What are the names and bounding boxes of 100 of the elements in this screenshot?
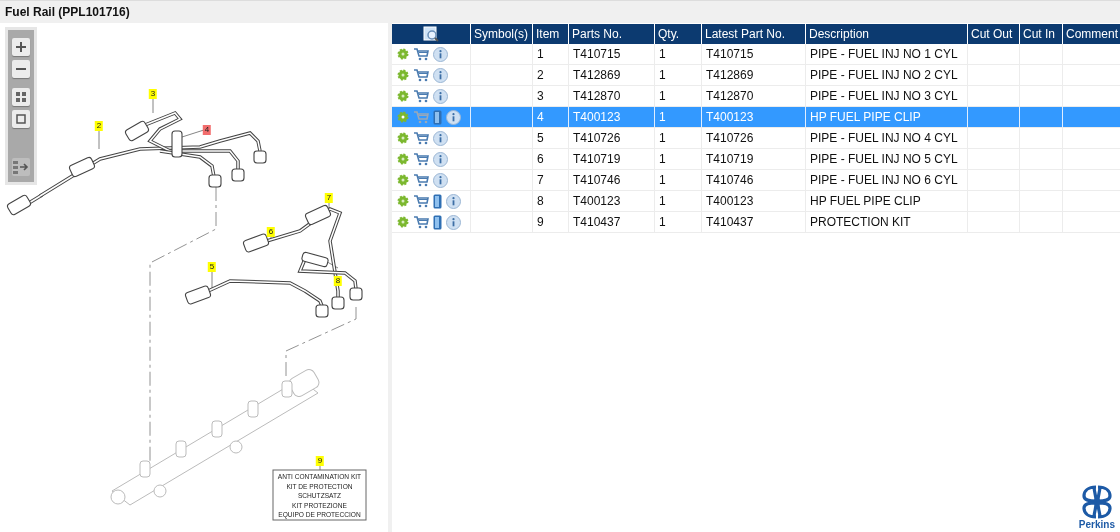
book-icon[interactable] [433,109,442,125]
column-header[interactable]: Comment [1066,27,1118,41]
cart-icon[interactable] [413,194,429,208]
table-row[interactable]: 6 T410719 1 T410719 PIPE - FUEL INJ NO 5 CYL [392,149,1120,170]
zoom-out-icon[interactable] [12,60,30,78]
gear-icon[interactable] [397,132,409,144]
quantity-cell: 1 [659,173,666,187]
description-cell: PIPE - FUEL INJ NO 5 CYL [810,152,958,166]
cart-icon[interactable] [413,173,429,187]
brand-name: Perkins [1078,519,1115,530]
cart-icon[interactable] [413,89,429,103]
part-number-cell: T410437 [573,215,621,229]
cart-icon[interactable] [413,152,429,166]
info-icon[interactable] [433,130,448,146]
item-cell: 7 [537,173,544,187]
item-cell: 9 [537,215,544,229]
callout-number[interactable]: 8 [333,276,343,286]
latest-part-cell: T412870 [706,89,754,103]
part-number-cell: T412870 [573,89,621,103]
part-number-cell: T400123 [573,194,621,208]
info-icon[interactable] [433,46,448,62]
latest-part-cell: T412869 [706,68,754,82]
item-cell: 3 [537,89,544,103]
column-header[interactable]: Cut Out [971,27,1013,41]
description-cell: HP FUEL PIPE CLIP [810,110,921,124]
column-header[interactable]: Symbol(s) [474,27,528,41]
info-icon[interactable] [433,172,448,188]
latest-part-cell: T410437 [706,215,754,229]
table-row[interactable]: 5 T410726 1 T410726 PIPE - FUEL INJ NO 4 CYL [392,128,1120,149]
description-cell: HP FUEL PIPE CLIP [810,194,921,208]
latest-part-cell: T400123 [706,194,754,208]
quantity-cell: 1 [659,194,666,208]
panel-toggle-icon[interactable] [12,158,30,176]
info-icon[interactable] [433,88,448,104]
cart-icon[interactable] [413,215,429,229]
gear-icon[interactable] [397,174,409,186]
gear-icon[interactable] [397,90,409,102]
zoom-in-icon[interactable] [12,38,30,56]
callout-number[interactable]: 2 [94,121,104,131]
fit-grid-icon[interactable] [12,88,30,106]
item-cell: 8 [537,194,544,208]
panel-title: Fuel Rail (PPL101716) [5,5,130,19]
column-header[interactable]: Item [536,27,560,41]
info-icon[interactable] [433,151,448,167]
column-header[interactable]: Parts No. [572,27,622,41]
callout-number[interactable]: 6 [266,227,276,237]
item-cell: 5 [537,131,544,145]
gear-icon[interactable] [397,48,409,60]
table-row[interactable]: 2 T412869 1 T412869 PIPE - FUEL INJ NO 2 CYL [392,65,1120,86]
quantity-cell: 1 [659,131,666,145]
latest-part-cell: T410746 [706,173,754,187]
description-cell: PIPE - FUEL INJ NO 2 CYL [810,68,958,82]
logo-icon [1079,485,1114,519]
square-icon[interactable] [12,110,30,128]
description-cell: PROTECTION KIT [810,215,911,229]
info-icon[interactable] [446,214,461,230]
part-number-cell: T410746 [573,173,621,187]
leader-line [285,306,357,377]
table-row[interactable]: 1 T410715 1 T410715 PIPE - FUEL INJ NO 1 CYL [392,44,1120,65]
gear-icon[interactable] [397,69,409,81]
column-header[interactable]: Latest Part No. [705,27,786,41]
cart-icon[interactable] [413,131,429,145]
search-parts-icon[interactable] [423,26,439,42]
item-cell: 6 [537,152,544,166]
callout-number[interactable]: 4 [202,125,212,135]
latest-part-cell: T410715 [706,47,754,61]
info-icon[interactable] [446,193,461,209]
item-cell: 2 [537,68,544,82]
info-icon[interactable] [433,67,448,83]
latest-part-cell: T410719 [706,152,754,166]
cart-icon[interactable] [413,68,429,82]
cart-icon[interactable] [413,47,429,61]
column-header[interactable]: Description [809,27,870,41]
column-header[interactable]: Cut In [1023,27,1055,41]
quantity-cell: 1 [659,47,666,61]
gear-icon[interactable] [397,153,409,165]
table-row[interactable]: 7 T410746 1 T410746 PIPE - FUEL INJ NO 6 CYL [392,170,1120,191]
part-number-cell: T410719 [573,152,621,166]
callout-number[interactable]: 9 [315,456,325,466]
column-header[interactable]: Qty. [658,27,680,41]
quantity-cell: 1 [659,152,666,166]
description-cell: PIPE - FUEL INJ NO 3 CYL [810,89,958,103]
callout-number[interactable]: 5 [207,262,217,272]
quantity-cell: 1 [659,215,666,229]
injector-drawing [5,193,43,217]
callout-number[interactable]: 7 [324,193,334,203]
quantity-cell: 1 [659,68,666,82]
gear-icon[interactable] [397,111,409,123]
description-cell: PIPE - FUEL INJ NO 1 CYL [810,47,958,61]
latest-part-cell: T410726 [706,131,754,145]
book-icon[interactable] [433,193,442,209]
part-number-cell: T410726 [573,131,621,145]
info-icon[interactable] [446,109,461,125]
callout-number[interactable]: 3 [148,89,158,99]
item-cell: 4 [537,110,544,124]
gear-icon[interactable] [397,195,409,207]
table-row[interactable]: 8 T400123 1 T400123 HP FUEL PIPE CLIP [392,191,1120,212]
gear-icon[interactable] [397,216,409,228]
table-row[interactable]: 9 T410437 1 T410437 PROTECTION KIT [392,212,1120,233]
book-icon[interactable] [433,214,442,230]
